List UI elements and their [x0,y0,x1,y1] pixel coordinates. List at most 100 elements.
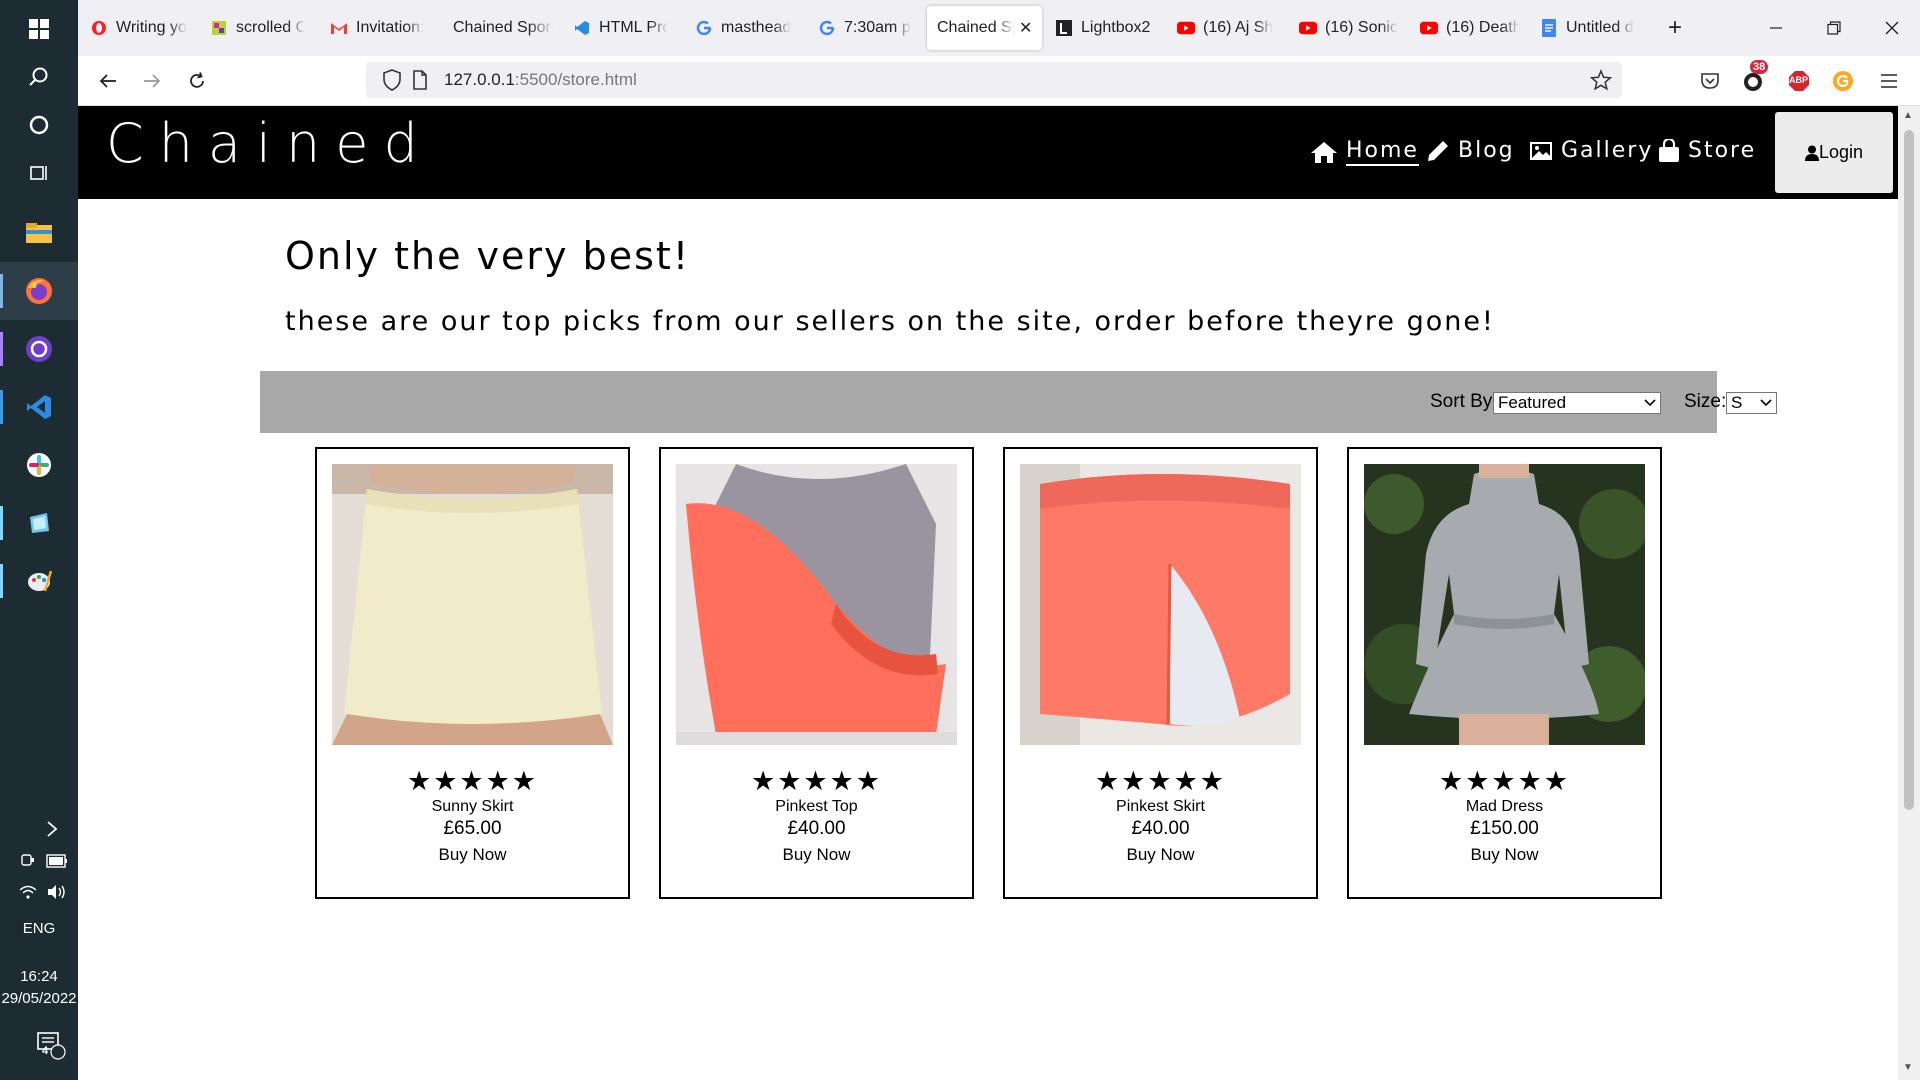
nav-store[interactable]: Store [1658,138,1756,163]
paint-icon[interactable] [0,552,78,610]
vscode-icon[interactable] [0,378,78,436]
site-logo[interactable]: Chained [106,112,433,175]
meet-now-icon [21,854,34,866]
buy-now-link[interactable]: Buy Now [661,845,972,865]
scroll-up-arrow-icon[interactable]: ▲ [1903,110,1913,121]
volume-icon [48,885,65,899]
notification-count-badge: 4 [42,1045,49,1057]
browser-tab[interactable]: (16) Death [1420,6,1520,50]
product-price: £40.00 [1131,818,1190,839]
page-subheading: these are our top picks from our sellers… [285,306,1495,337]
extension-notifications-icon[interactable]: 38 [1740,60,1769,94]
file-explorer-icon[interactable] [0,204,78,262]
nav-home[interactable]: Home [1310,138,1419,166]
rating-stars: ★★★★★ [406,766,539,796]
address-bar[interactable]: 127.0.0.1:5500/store.html [366,62,1622,98]
nav-gallery[interactable]: Gallery [1529,138,1653,163]
back-arrow-icon[interactable] [95,68,121,94]
lightbox-icon [1055,19,1073,37]
sort-select[interactable]: Featured [1493,392,1661,414]
buy-now-link[interactable]: Buy Now [1005,845,1316,865]
wifi-icon [19,885,37,899]
firefox-icon[interactable] [0,262,78,320]
product-image-sunny-skirt[interactable] [332,464,613,745]
youtube-icon [1177,19,1195,37]
forward-arrow-icon[interactable] [139,68,165,94]
pocket-icon[interactable] [1697,68,1723,94]
product-card[interactable]: ★★★★★ Sunny Skirt £65.00 Buy Now [315,447,630,899]
browser-tab[interactable]: Invitation: [330,6,430,50]
chevron-down-icon [1760,399,1772,407]
chevron-down-icon [1644,399,1656,407]
site-header: Chained Home Blog Gallery Store Login [78,106,1898,199]
app-launcher-icon[interactable] [0,494,78,552]
browser-tab[interactable]: (16) Sonic [1299,6,1399,50]
battery-icon [46,854,67,868]
product-name: Mad Dress [1465,798,1544,815]
browser-tab-active[interactable]: Chained Sp ✕ [927,6,1042,50]
shopping-bag-icon [1659,138,1679,162]
clock-date[interactable]: 29/05/2022 [0,990,78,1007]
github-desktop-icon[interactable] [0,320,78,378]
product-price: £65.00 [443,818,502,839]
product-card[interactable]: ★★★★★ Pinkest Top £40.00 Buy Now [659,447,974,899]
product-price: £40.00 [787,818,846,839]
menu-hamburger-icon[interactable] [1876,68,1902,94]
vscode-icon [573,19,591,37]
shield-icon[interactable] [382,69,402,96]
language-indicator[interactable]: ENG [0,920,78,937]
buy-now-link[interactable]: Buy Now [317,845,628,865]
browser-tab[interactable]: HTML Pro [573,6,668,50]
clock-time[interactable]: 16:24 [0,968,78,985]
restore-window-icon[interactable] [1806,0,1862,56]
extension-badge: 38 [1750,60,1769,74]
app-icon [210,19,228,37]
task-view-icon[interactable] [0,144,78,202]
product-image-mad-dress[interactable] [1364,464,1645,745]
product-name: Pinkest Skirt [1116,798,1205,815]
slack-icon[interactable] [0,436,78,494]
nav-blog[interactable]: Blog [1426,138,1515,163]
grammarly-icon[interactable] [1830,68,1856,94]
show-hidden-icons-chevron[interactable] [0,820,78,842]
url-text[interactable]: 127.0.0.1:5500/store.html [444,70,637,90]
page-icon[interactable] [412,70,428,95]
rating-stars: ★★★★★ [1094,766,1227,796]
browser-tab[interactable]: 7:30am p [818,6,913,50]
size-select[interactable]: S [1726,392,1777,414]
minimize-window-icon[interactable] [1748,0,1804,56]
browser-tab[interactable]: (16) Aj Sh [1177,6,1277,50]
docs-icon [1540,19,1558,37]
bookmark-star-icon[interactable] [1589,69,1613,96]
browser-tab[interactable]: Chained Sport [453,6,553,50]
browser-tab[interactable]: Untitled d [1540,6,1640,50]
scrollbar-thumb[interactable] [1904,130,1914,810]
browser-tab[interactable]: masthead [695,6,795,50]
browser-tab-strip: Writing yo scrolled C Invitation: Chaine… [78,0,1920,56]
filter-bar: Sort By: Featured Size: S [260,371,1777,433]
page-scrollbar[interactable]: ▲ ▼ [1898,106,1920,1080]
close-window-icon[interactable] [1864,0,1920,56]
buy-now-link[interactable]: Buy Now [1349,845,1660,865]
action-center-icon[interactable]: 4 [0,1030,78,1064]
scroll-down-arrow-icon[interactable]: ▼ [1903,1062,1913,1073]
product-image-pinkest-skirt[interactable] [1020,464,1301,745]
product-price: £150.00 [1470,818,1539,839]
login-button[interactable]: Login [1775,112,1893,193]
product-card[interactable]: ★★★★★ Pinkest Skirt £40.00 Buy Now [1003,447,1318,899]
browser-tab[interactable]: Lightbox2 [1055,6,1165,50]
close-tab-icon[interactable]: ✕ [1019,18,1032,38]
reload-icon[interactable] [184,68,210,94]
rating-stars: ★★★★★ [1438,766,1571,796]
product-image-pinkest-top[interactable] [676,464,957,745]
adblock-plus-icon[interactable]: ABP [1786,68,1812,94]
new-tab-plus-icon[interactable]: + [1660,6,1690,50]
google-icon [818,19,836,37]
browser-tab[interactable]: Writing yo [90,6,190,50]
youtube-icon [1420,19,1438,37]
sort-label: Sort By: [1430,391,1498,412]
browser-tab[interactable]: scrolled C [210,6,305,50]
gmail-icon [330,19,348,37]
google-icon [695,19,713,37]
product-card[interactable]: ★★★★★ Mad Dress £150.00 Buy Now [1347,447,1662,899]
